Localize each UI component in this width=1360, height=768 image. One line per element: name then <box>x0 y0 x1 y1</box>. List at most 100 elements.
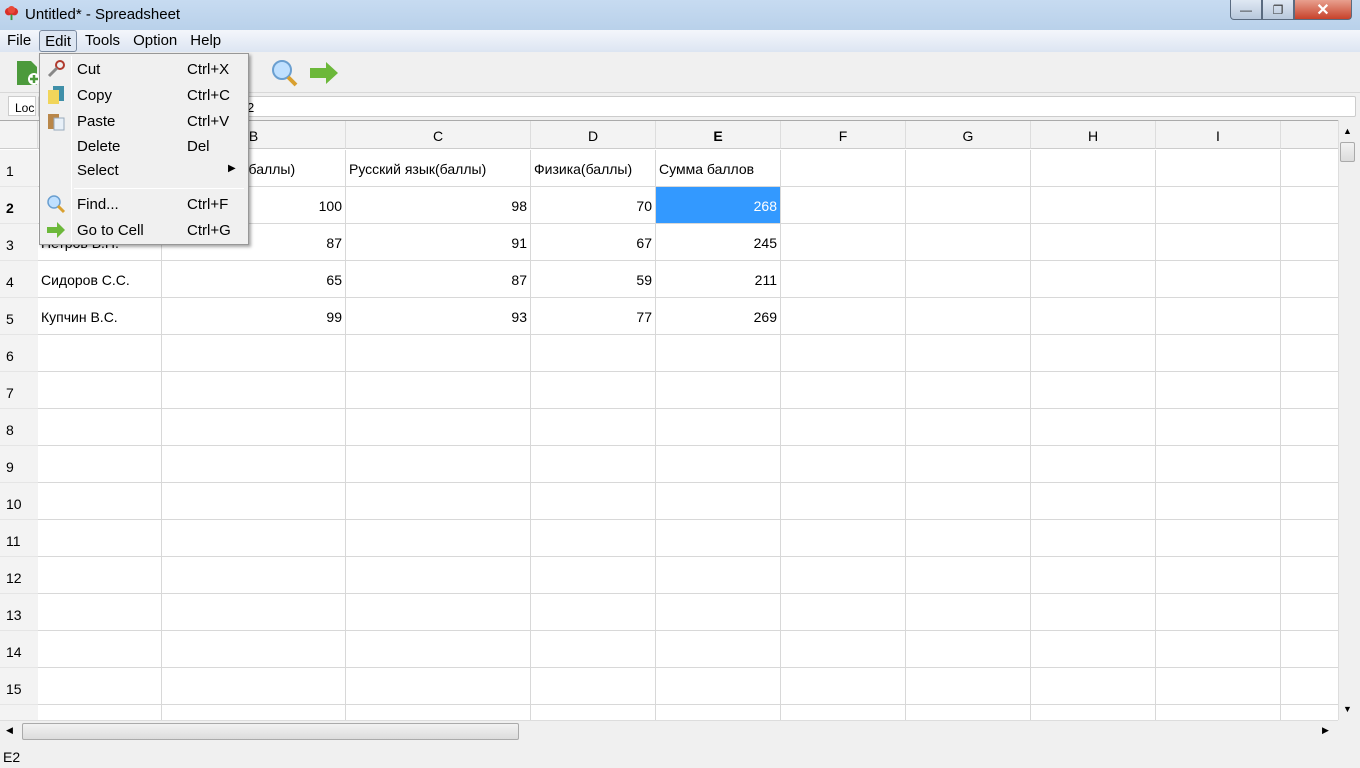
row-header[interactable]: 1 <box>0 150 38 187</box>
table-cell[interactable] <box>781 631 906 668</box>
scroll-right-arrow-icon[interactable]: ▶ <box>1322 725 1329 736</box>
menu-item-copy[interactable]: Copy Ctrl+C <box>42 83 246 107</box>
table-cell[interactable] <box>1156 483 1281 520</box>
table-cell[interactable] <box>781 520 906 557</box>
table-cell[interactable] <box>781 446 906 483</box>
table-cell[interactable] <box>781 150 906 187</box>
table-cell[interactable] <box>906 409 1031 446</box>
table-cell[interactable] <box>162 483 346 520</box>
table-cell[interactable]: 70 <box>531 187 656 224</box>
row-header[interactable]: 3 <box>0 224 38 261</box>
table-cell[interactable] <box>38 409 162 446</box>
table-cell[interactable] <box>906 187 1031 224</box>
table-cell[interactable] <box>162 668 346 705</box>
table-cell[interactable]: 87 <box>346 261 531 298</box>
table-cell[interactable] <box>1281 261 1338 298</box>
table-cell[interactable] <box>1281 520 1338 557</box>
table-cell[interactable] <box>1156 631 1281 668</box>
row-header[interactable]: 14 <box>0 631 38 668</box>
table-cell[interactable] <box>781 261 906 298</box>
table-cell[interactable] <box>531 483 656 520</box>
table-cell[interactable] <box>1031 705 1156 720</box>
table-cell[interactable] <box>1031 557 1156 594</box>
minimize-button[interactable]: — <box>1230 0 1262 20</box>
menu-item-paste[interactable]: Paste Ctrl+V <box>42 109 246 133</box>
table-cell[interactable] <box>656 372 781 409</box>
column-header[interactable]: D <box>531 121 656 149</box>
find-toolbar-icon[interactable] <box>270 59 300 87</box>
column-header[interactable]: C <box>346 121 531 149</box>
table-cell[interactable] <box>1156 668 1281 705</box>
table-cell[interactable] <box>346 446 531 483</box>
table-cell[interactable] <box>162 372 346 409</box>
row-header[interactable]: 12 <box>0 557 38 594</box>
scroll-down-arrow-icon[interactable]: ▼ <box>1343 704 1352 714</box>
table-cell[interactable] <box>346 520 531 557</box>
table-cell[interactable] <box>38 372 162 409</box>
column-header[interactable]: I <box>1156 121 1281 149</box>
row-header[interactable]: 15 <box>0 668 38 705</box>
table-cell[interactable] <box>38 446 162 483</box>
row-header[interactable]: 7 <box>0 372 38 409</box>
table-cell[interactable] <box>531 668 656 705</box>
table-cell[interactable] <box>906 668 1031 705</box>
table-cell[interactable]: 91 <box>346 224 531 261</box>
table-cell[interactable] <box>1281 224 1338 261</box>
table-cell[interactable] <box>781 335 906 372</box>
table-cell[interactable] <box>346 705 531 720</box>
table-cell[interactable] <box>346 631 531 668</box>
table-cell[interactable] <box>781 557 906 594</box>
table-cell[interactable] <box>656 409 781 446</box>
table-cell[interactable] <box>1281 298 1338 335</box>
table-cell[interactable]: 67 <box>531 224 656 261</box>
menu-item-go-to-cell[interactable]: Go to Cell Ctrl+G <box>42 218 246 242</box>
table-cell[interactable]: 99 <box>162 298 346 335</box>
table-cell[interactable] <box>656 483 781 520</box>
table-cell[interactable] <box>1031 594 1156 631</box>
table-cell[interactable] <box>906 224 1031 261</box>
table-cell[interactable] <box>531 557 656 594</box>
table-cell[interactable] <box>1031 668 1156 705</box>
horizontal-scroll-thumb[interactable] <box>22 723 519 740</box>
table-cell[interactable] <box>346 594 531 631</box>
table-cell[interactable] <box>38 335 162 372</box>
table-cell[interactable] <box>781 594 906 631</box>
table-cell[interactable] <box>906 557 1031 594</box>
table-cell[interactable] <box>1031 520 1156 557</box>
table-cell[interactable] <box>1281 631 1338 668</box>
table-cell[interactable] <box>656 594 781 631</box>
table-cell[interactable] <box>162 335 346 372</box>
table-cell[interactable] <box>656 520 781 557</box>
table-cell[interactable] <box>531 631 656 668</box>
menu-tools[interactable]: Tools <box>80 30 125 52</box>
row-header[interactable]: 6 <box>0 335 38 372</box>
table-cell[interactable] <box>1156 298 1281 335</box>
vertical-scrollbar[interactable]: ▲ ▼ <box>1338 120 1356 720</box>
table-cell[interactable] <box>781 298 906 335</box>
table-cell[interactable]: Сидоров С.С. <box>38 261 162 298</box>
table-cell[interactable]: 77 <box>531 298 656 335</box>
row-header[interactable]: 8 <box>0 409 38 446</box>
table-cell[interactable] <box>906 446 1031 483</box>
table-cell[interactable] <box>1281 668 1338 705</box>
table-cell[interactable] <box>1031 446 1156 483</box>
table-cell[interactable] <box>1281 483 1338 520</box>
table-cell[interactable]: Физика(баллы) <box>531 150 656 187</box>
menu-file[interactable]: File <box>2 30 36 52</box>
table-cell[interactable] <box>781 409 906 446</box>
table-cell[interactable] <box>1156 446 1281 483</box>
table-cell[interactable] <box>781 668 906 705</box>
row-header[interactable]: 10 <box>0 483 38 520</box>
table-cell[interactable] <box>781 187 906 224</box>
table-cell[interactable] <box>162 409 346 446</box>
table-cell[interactable] <box>1031 483 1156 520</box>
table-cell[interactable] <box>531 335 656 372</box>
table-cell[interactable] <box>346 668 531 705</box>
table-cell[interactable] <box>1156 594 1281 631</box>
table-cell[interactable]: Сумма баллов <box>656 150 781 187</box>
menu-item-find[interactable]: Find... Ctrl+F <box>42 192 246 216</box>
table-cell[interactable] <box>162 705 346 720</box>
table-cell[interactable] <box>38 631 162 668</box>
table-cell[interactable]: 93 <box>346 298 531 335</box>
table-cell[interactable] <box>906 261 1031 298</box>
